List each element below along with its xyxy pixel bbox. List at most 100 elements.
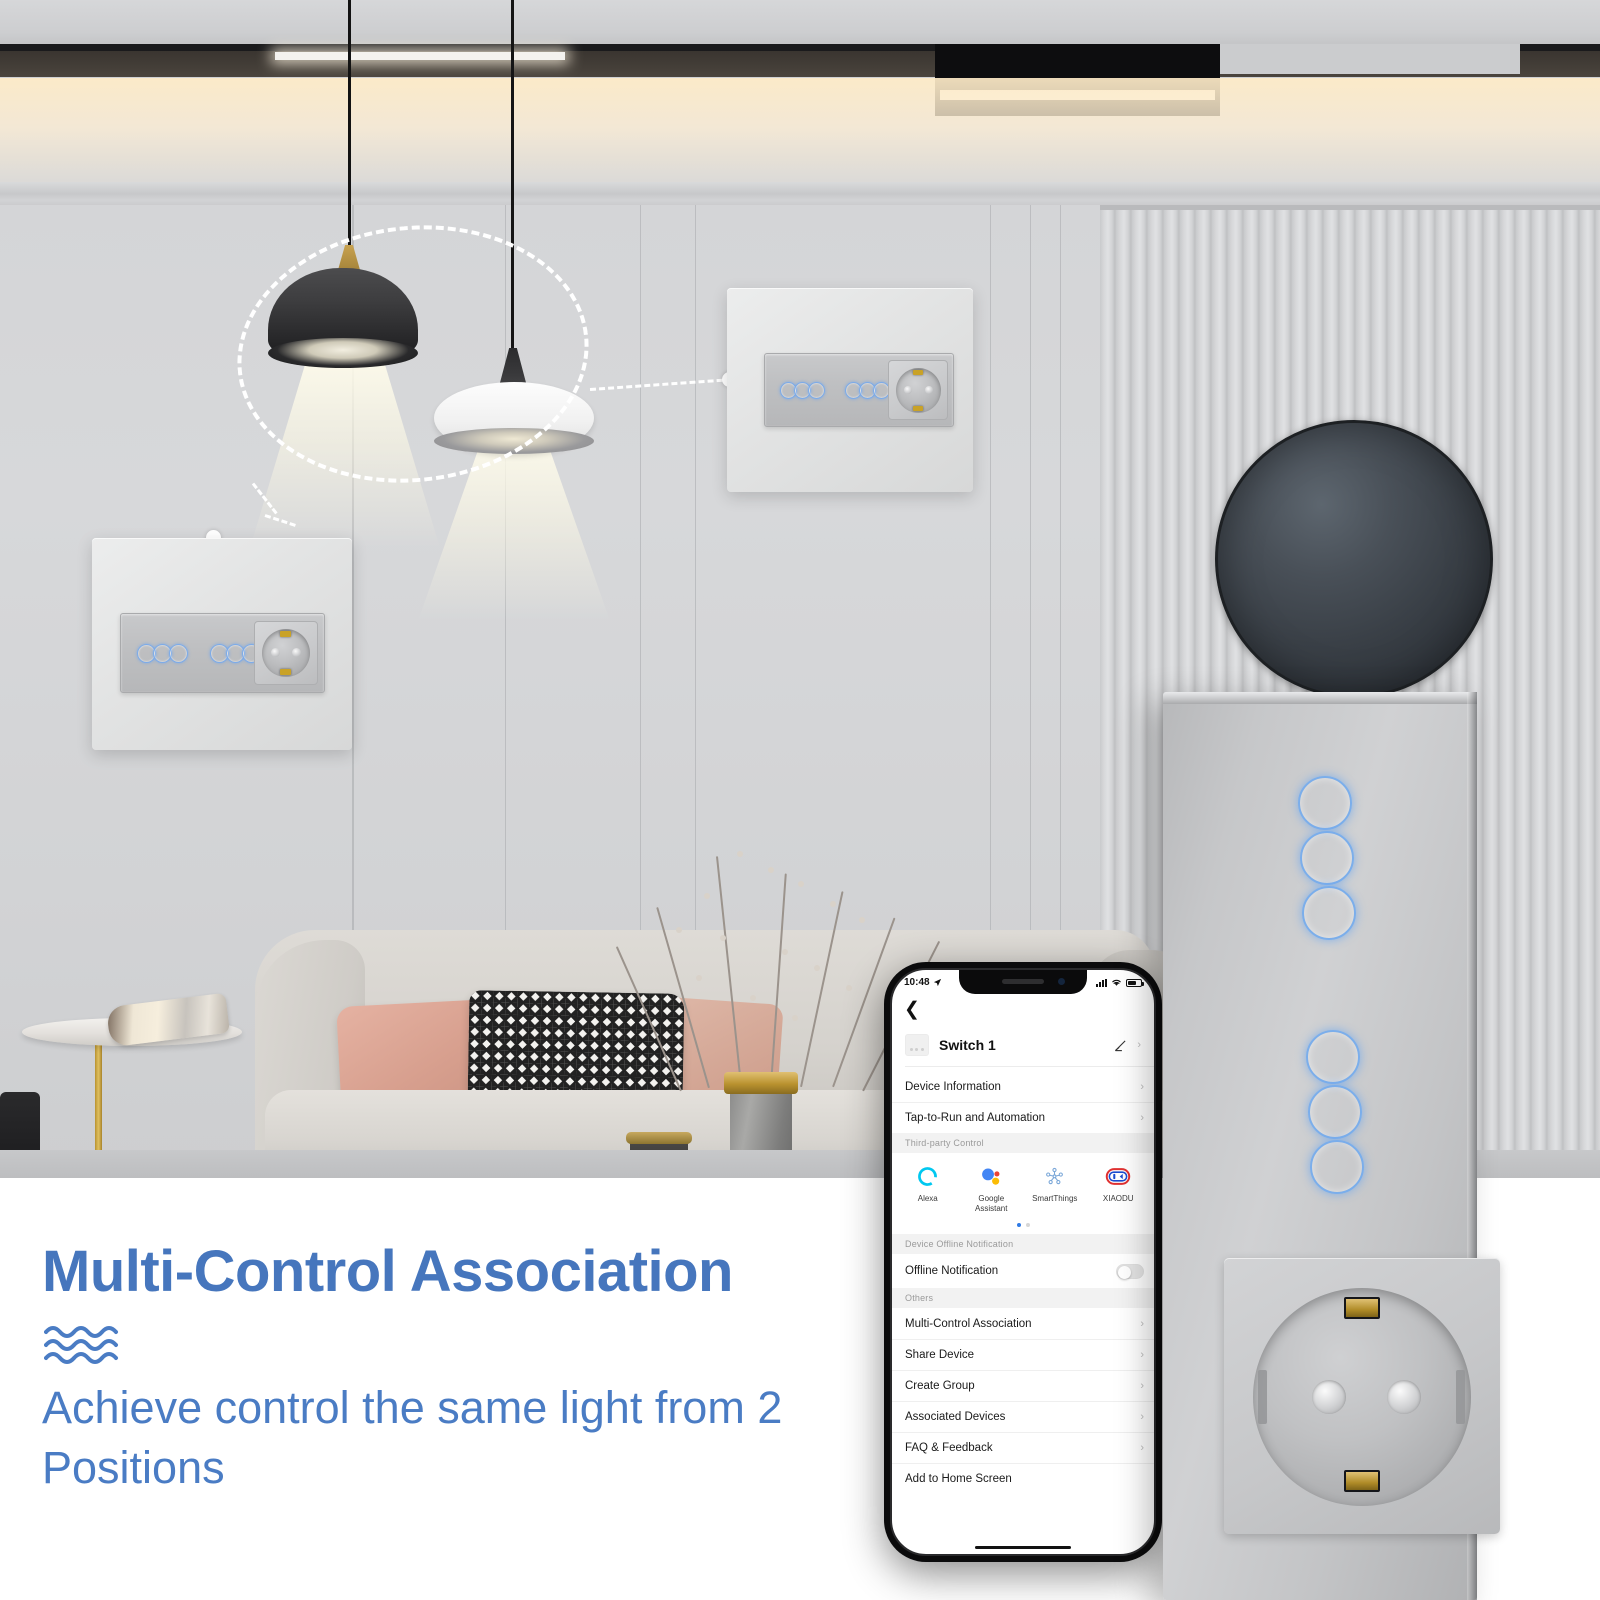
ceiling-right-tab xyxy=(1220,44,1520,74)
alexa-icon xyxy=(900,1163,956,1189)
phone-screen: 10:48 ❮ Switch 1 › Device Information › … xyxy=(890,968,1156,1556)
socket-pin-right xyxy=(1387,1380,1421,1414)
group-header-others: Others xyxy=(892,1288,1154,1308)
page-subtitle: Achieve control the same light from 2 Po… xyxy=(42,1382,783,1494)
socket-earth-contact-right xyxy=(1456,1370,1465,1424)
list-item-add-to-home-screen[interactable]: Add to Home Screen xyxy=(892,1463,1154,1494)
touch-button-icon[interactable] xyxy=(1308,1085,1362,1139)
wall-switch-panel-right[interactable] xyxy=(727,288,973,492)
pendant-cord xyxy=(348,0,351,252)
chevron-right-icon: › xyxy=(1140,1112,1144,1124)
list-item-label: Offline Notification xyxy=(905,1265,999,1277)
socket-clip-bottom xyxy=(1344,1470,1380,1492)
device-header[interactable]: Switch 1 › xyxy=(892,1026,1154,1064)
touch-button-icon[interactable] xyxy=(169,643,188,663)
home-indicator xyxy=(975,1546,1071,1549)
group-header-offline: Device Offline Notification xyxy=(892,1234,1154,1254)
eu-schuko-socket-icon[interactable] xyxy=(888,360,948,420)
location-arrow-icon xyxy=(933,978,941,987)
chevron-right-icon: › xyxy=(1140,1080,1144,1093)
third-party-grid: Alexa Google Assistant SmartThings XIAOD… xyxy=(892,1153,1154,1218)
touch-button-group-a[interactable] xyxy=(780,381,825,399)
list-item-label: FAQ & Feedback xyxy=(905,1442,993,1454)
chevron-right-icon: › xyxy=(1140,1380,1144,1392)
list-item-offline-notification[interactable]: Offline Notification xyxy=(892,1254,1154,1288)
touch-button-icon[interactable] xyxy=(1298,776,1352,830)
back-button[interactable]: ❮ xyxy=(904,1000,920,1019)
socket-clip-top xyxy=(1344,1297,1380,1319)
list-item-label: Tap-to-Run and Automation xyxy=(905,1112,1046,1124)
cup-brass-lid xyxy=(626,1132,692,1144)
vase-brass-ring xyxy=(724,1072,798,1094)
device-name: Switch 1 xyxy=(939,1037,996,1053)
battery-icon xyxy=(1126,978,1144,987)
touch-button-icon[interactable] xyxy=(1306,1030,1360,1084)
cellular-signal-icon xyxy=(1096,978,1107,987)
list-item-device-information[interactable]: Device Information › xyxy=(892,1071,1154,1102)
marketing-banner: Multi-Control Association Achieve contro… xyxy=(0,0,1600,1600)
page-dot[interactable] xyxy=(1025,1223,1030,1227)
list-item-multi-control-association[interactable]: Multi-Control Association › xyxy=(892,1308,1154,1339)
google-assistant-icon xyxy=(963,1163,1019,1189)
list-item-label: Associated Devices xyxy=(905,1411,1006,1423)
list-item-label: Device Information xyxy=(905,1080,1001,1093)
group-header-third-party: Third-party Control xyxy=(892,1133,1154,1153)
list-item-label: Multi-Control Association xyxy=(905,1317,1032,1330)
list-item-label: Share Device xyxy=(905,1349,975,1361)
touch-button-group-a[interactable] xyxy=(137,643,188,663)
phone-mockup: 10:48 ❮ Switch 1 › Device Information › … xyxy=(884,962,1162,1562)
status-bar-time: 10:48 xyxy=(904,977,930,988)
wall-switch-panel-left[interactable] xyxy=(92,538,352,750)
third-party-xiaodu[interactable]: XIAODU xyxy=(1090,1163,1146,1204)
third-party-label: XIAODU xyxy=(1102,1194,1134,1203)
ceiling-slab xyxy=(0,0,1600,46)
xiaodu-icon xyxy=(1090,1163,1146,1189)
wifi-icon xyxy=(1112,979,1121,986)
dried-branches xyxy=(600,845,941,1095)
list-item-tap-to-run[interactable]: Tap-to-Run and Automation › xyxy=(892,1102,1154,1133)
switch-bar-left[interactable] xyxy=(120,613,325,693)
third-party-smartthings[interactable]: SmartThings xyxy=(1027,1163,1083,1204)
chevron-right-icon: › xyxy=(1140,1411,1144,1423)
third-party-label: Alexa xyxy=(917,1194,938,1203)
socket-pin-left xyxy=(1312,1380,1346,1414)
list-item-faq-feedback[interactable]: FAQ & Feedback › xyxy=(892,1432,1154,1463)
touch-button-icon[interactable] xyxy=(1310,1140,1364,1194)
fluted-panel-top-edge xyxy=(1100,205,1600,210)
device-header-chevron[interactable]: › xyxy=(1137,1039,1141,1051)
third-party-label: Google Assistant xyxy=(975,1194,1008,1213)
page-title: Multi-Control Association xyxy=(42,1239,733,1304)
chevron-right-icon: › xyxy=(1140,1442,1144,1454)
wave-lines-icon xyxy=(44,1326,118,1364)
third-party-label: SmartThings xyxy=(1032,1194,1078,1203)
touch-button-group-b[interactable] xyxy=(845,381,890,399)
third-party-google-assistant[interactable]: Google Assistant xyxy=(963,1163,1019,1214)
smartthings-icon xyxy=(1027,1163,1083,1189)
status-bar: 10:48 xyxy=(892,970,1154,995)
carousel-page-dots[interactable] xyxy=(892,1218,1154,1234)
divider xyxy=(905,1066,1154,1067)
touch-button-icon[interactable] xyxy=(808,381,825,399)
third-party-alexa[interactable]: Alexa xyxy=(900,1163,956,1204)
chevron-right-icon: › xyxy=(1140,1349,1144,1361)
touch-button-icon[interactable] xyxy=(1302,886,1356,940)
switch-panel-thumbnail-icon xyxy=(905,1034,929,1056)
socket-earth-contact-left xyxy=(1258,1370,1267,1424)
offline-notification-toggle[interactable] xyxy=(1116,1263,1144,1279)
eu-schuko-socket-icon[interactable] xyxy=(254,621,318,685)
chevron-right-icon: › xyxy=(1140,1317,1144,1330)
page-dot-active[interactable] xyxy=(1016,1223,1021,1227)
round-wall-art xyxy=(1215,420,1493,698)
list-item-create-group[interactable]: Create Group › xyxy=(892,1370,1154,1401)
list-item-label: Create Group xyxy=(905,1380,975,1392)
switch-bar-right[interactable] xyxy=(764,353,954,427)
pencil-edit-icon[interactable] xyxy=(1114,1039,1127,1052)
cove-light-glow xyxy=(0,78,1600,188)
linear-strip-light-icon xyxy=(275,52,565,60)
list-item-share-device[interactable]: Share Device › xyxy=(892,1339,1154,1370)
list-item-associated-devices[interactable]: Associated Devices › xyxy=(892,1401,1154,1432)
panel-top-edge xyxy=(1163,692,1477,704)
touch-button-icon[interactable] xyxy=(1300,831,1354,885)
settings-list: Device Information › Tap-to-Run and Auto… xyxy=(892,1071,1154,1494)
list-item-label: Add to Home Screen xyxy=(905,1473,1012,1485)
